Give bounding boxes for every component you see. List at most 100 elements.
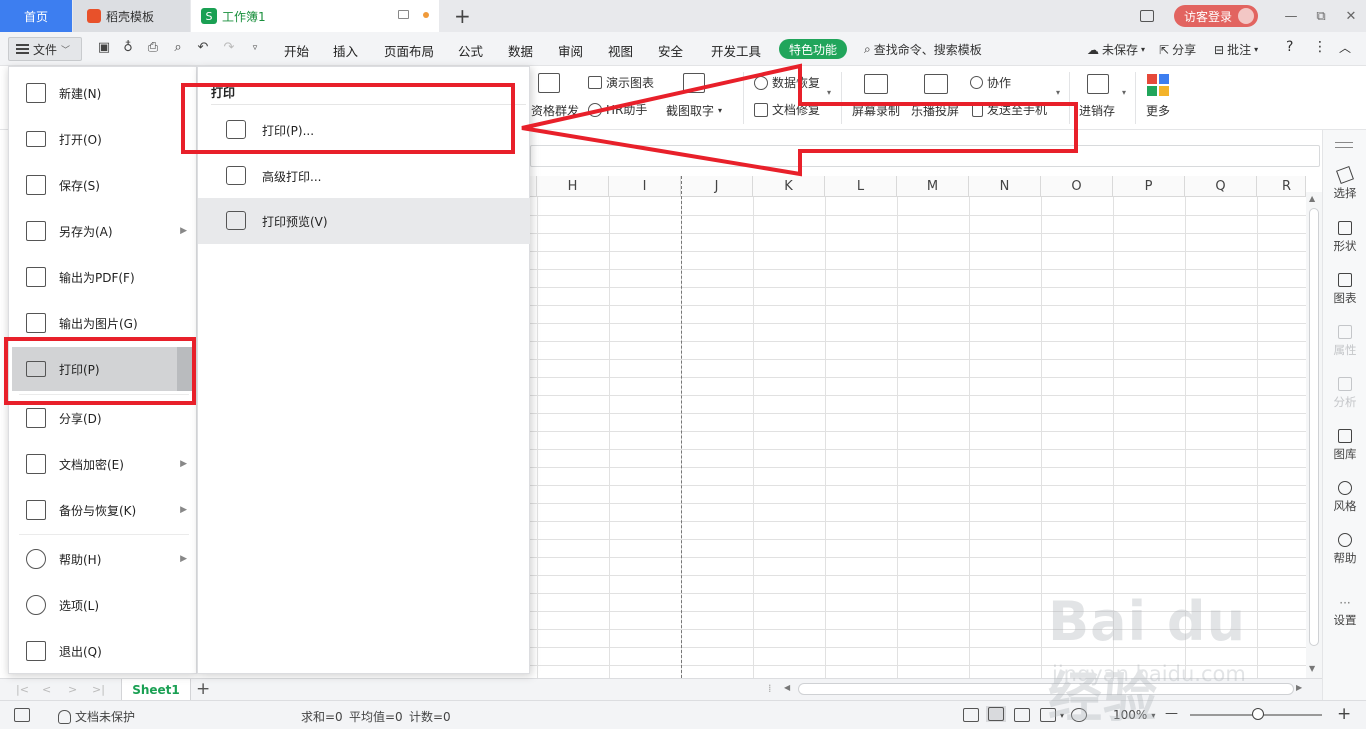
side-help[interactable]: 帮助 bbox=[1323, 533, 1366, 566]
column-header-h[interactable]: H bbox=[537, 176, 609, 197]
guest-login-button[interactable]: 访客登录 bbox=[1173, 5, 1258, 27]
add-sheet-button[interactable]: + bbox=[196, 679, 210, 699]
menu-formula[interactable]: 公式 bbox=[458, 41, 483, 60]
side-select[interactable]: 选择 bbox=[1323, 166, 1366, 201]
doc-repair-button[interactable]: 文档修复 bbox=[754, 101, 820, 118]
column-header-l[interactable]: L bbox=[825, 176, 897, 197]
tab-workbook[interactable]: S 工作簿1 bbox=[191, 0, 439, 32]
new-tab-button[interactable]: + bbox=[454, 4, 471, 28]
vertical-scroll-thumb[interactable] bbox=[1309, 208, 1319, 646]
submenu-print-preview[interactable]: 打印预览(V) bbox=[198, 198, 530, 244]
side-style[interactable]: 风格 bbox=[1323, 481, 1366, 514]
menu-export-pdf[interactable]: 输出为PDF(F) bbox=[9, 255, 198, 299]
comment-button[interactable]: ⊟ 批注 ▾ bbox=[1214, 41, 1258, 58]
panel-menu-icon[interactable] bbox=[1335, 142, 1353, 148]
column-header-m[interactable]: M bbox=[897, 176, 969, 197]
page-break-view-icon[interactable] bbox=[1014, 708, 1030, 722]
more-apps-button[interactable]: 更多 bbox=[1146, 102, 1170, 119]
fullscreen-icon[interactable] bbox=[963, 708, 979, 722]
column-header-i[interactable]: I bbox=[609, 176, 681, 197]
split-handle-icon[interactable]: ⁞ bbox=[768, 682, 772, 695]
menu-open[interactable]: 打开(O) bbox=[9, 117, 198, 161]
column-header-p[interactable]: P bbox=[1113, 176, 1185, 197]
maximize-button[interactable]: ⧉ bbox=[1306, 9, 1336, 24]
demo-chart-button[interactable]: 演示图表 bbox=[588, 74, 654, 91]
menu-developer[interactable]: 开发工具 bbox=[711, 41, 761, 60]
menu-new[interactable]: 新建(N) bbox=[9, 71, 198, 115]
print-preview-icon[interactable]: ⌕ bbox=[171, 41, 185, 55]
submenu-advanced-print[interactable]: 高级打印... bbox=[198, 153, 530, 199]
menu-view[interactable]: 视图 bbox=[608, 41, 633, 60]
share-button[interactable]: ⇱ 分享 bbox=[1159, 41, 1196, 58]
expand-icon[interactable]: ▾ bbox=[827, 88, 831, 97]
send-to-phone-button[interactable]: 发送至手机 bbox=[972, 101, 1047, 118]
redo-icon[interactable]: ↷ bbox=[222, 41, 236, 55]
hr-helper-button[interactable]: HR助手 bbox=[588, 101, 647, 118]
first-sheet-icon[interactable]: |< bbox=[16, 683, 29, 696]
minimize-button[interactable]: — bbox=[1276, 9, 1306, 24]
next-sheet-icon[interactable]: > bbox=[68, 683, 77, 696]
zoom-in-button[interactable]: + bbox=[1337, 704, 1351, 724]
screenshot-text-button[interactable]: 截图取字 ▾ bbox=[666, 102, 722, 119]
column-header-n[interactable]: N bbox=[969, 176, 1041, 197]
inventory-button[interactable]: 进销存 bbox=[1079, 102, 1115, 119]
side-analysis[interactable]: 分析 bbox=[1323, 377, 1366, 410]
scroll-left-icon[interactable]: ◀ bbox=[784, 683, 790, 692]
column-header-r[interactable]: R bbox=[1257, 176, 1306, 197]
scroll-up-icon[interactable]: ▲ bbox=[1309, 194, 1315, 203]
file-menu-button[interactable]: 文件 ﹀ bbox=[8, 37, 82, 61]
data-recovery-button[interactable]: 数据恢复 bbox=[754, 74, 820, 91]
side-shapes[interactable]: 形状 bbox=[1323, 221, 1366, 254]
menu-review[interactable]: 审阅 bbox=[558, 41, 583, 60]
undo-icon[interactable]: ↶ bbox=[196, 41, 210, 55]
menu-backup[interactable]: 备份与恢复(K) ▶ bbox=[9, 488, 198, 532]
last-sheet-icon[interactable]: >| bbox=[92, 683, 105, 696]
document-protection-status[interactable]: 文档未保护 bbox=[58, 708, 135, 725]
command-search[interactable]: ⌕ 查找命令、搜索模板 bbox=[864, 41, 982, 58]
layout-icon[interactable] bbox=[1139, 10, 1154, 22]
menu-security[interactable]: 安全 bbox=[658, 41, 683, 60]
tab-docer-templates[interactable]: 稻壳模板 bbox=[73, 0, 190, 32]
print-icon[interactable]: ⎙ bbox=[146, 41, 160, 55]
help-button[interactable]: ? bbox=[1286, 39, 1293, 55]
menu-start[interactable]: 开始 bbox=[284, 41, 309, 60]
customize-icon[interactable]: ▿ bbox=[248, 41, 262, 55]
close-button[interactable]: ✕ bbox=[1336, 9, 1366, 24]
save-icon[interactable]: ▣ bbox=[97, 41, 111, 55]
menu-options[interactable]: 选项(L) bbox=[9, 583, 198, 627]
normal-view-icon[interactable] bbox=[986, 706, 1006, 722]
screen-record-button[interactable]: 屏幕录制 bbox=[852, 102, 900, 119]
formula-input[interactable] bbox=[530, 145, 1320, 167]
side-settings[interactable]: ··· 设置 bbox=[1323, 596, 1366, 628]
collab-button[interactable]: 协作 bbox=[970, 74, 1011, 91]
menu-save-as[interactable]: 另存为(A) ▶ bbox=[9, 209, 198, 253]
unsaved-button[interactable]: ☁ 未保存 ▾ bbox=[1087, 41, 1145, 58]
collapse-ribbon-button[interactable]: ︿ bbox=[1339, 39, 1351, 56]
column-header-j[interactable]: J bbox=[681, 176, 753, 197]
macro-icon[interactable] bbox=[14, 708, 30, 722]
column-header-o[interactable]: O bbox=[1041, 176, 1113, 197]
menu-special-features[interactable]: 特色功能 bbox=[779, 39, 847, 59]
more-options-button[interactable]: ⋮ bbox=[1313, 39, 1327, 55]
expand-icon[interactable]: ▾ bbox=[1056, 88, 1060, 97]
resource-send-button[interactable]: 资格群发 bbox=[531, 102, 579, 119]
menu-insert[interactable]: 插入 bbox=[333, 41, 358, 60]
side-chart[interactable]: 图表 bbox=[1323, 273, 1366, 306]
monitor-icon[interactable] bbox=[398, 10, 409, 19]
column-header-q[interactable]: Q bbox=[1185, 176, 1257, 197]
side-properties[interactable]: 属性 bbox=[1323, 325, 1366, 358]
menu-exit[interactable]: 退出(Q) bbox=[9, 629, 198, 673]
screen-cast-button[interactable]: 乐播投屏 bbox=[911, 102, 959, 119]
column-header-k[interactable]: K bbox=[753, 176, 825, 197]
sheet-tab-sheet1[interactable]: Sheet1 bbox=[121, 679, 191, 700]
prev-sheet-icon[interactable]: < bbox=[42, 683, 51, 696]
expand-icon[interactable]: ▾ bbox=[1122, 88, 1126, 97]
menu-help[interactable]: 帮助(H) ▶ bbox=[9, 537, 198, 581]
menu-data[interactable]: 数据 bbox=[508, 41, 533, 60]
side-gallery[interactable]: 图库 bbox=[1323, 429, 1366, 462]
menu-encrypt[interactable]: 文档加密(E) ▶ bbox=[9, 442, 198, 486]
menu-page-layout[interactable]: 页面布局 bbox=[384, 41, 434, 60]
format-painter-icon[interactable]: ♁ bbox=[121, 41, 135, 55]
menu-save[interactable]: 保存(S) bbox=[9, 163, 198, 207]
tab-home[interactable]: 首页 bbox=[0, 0, 72, 32]
